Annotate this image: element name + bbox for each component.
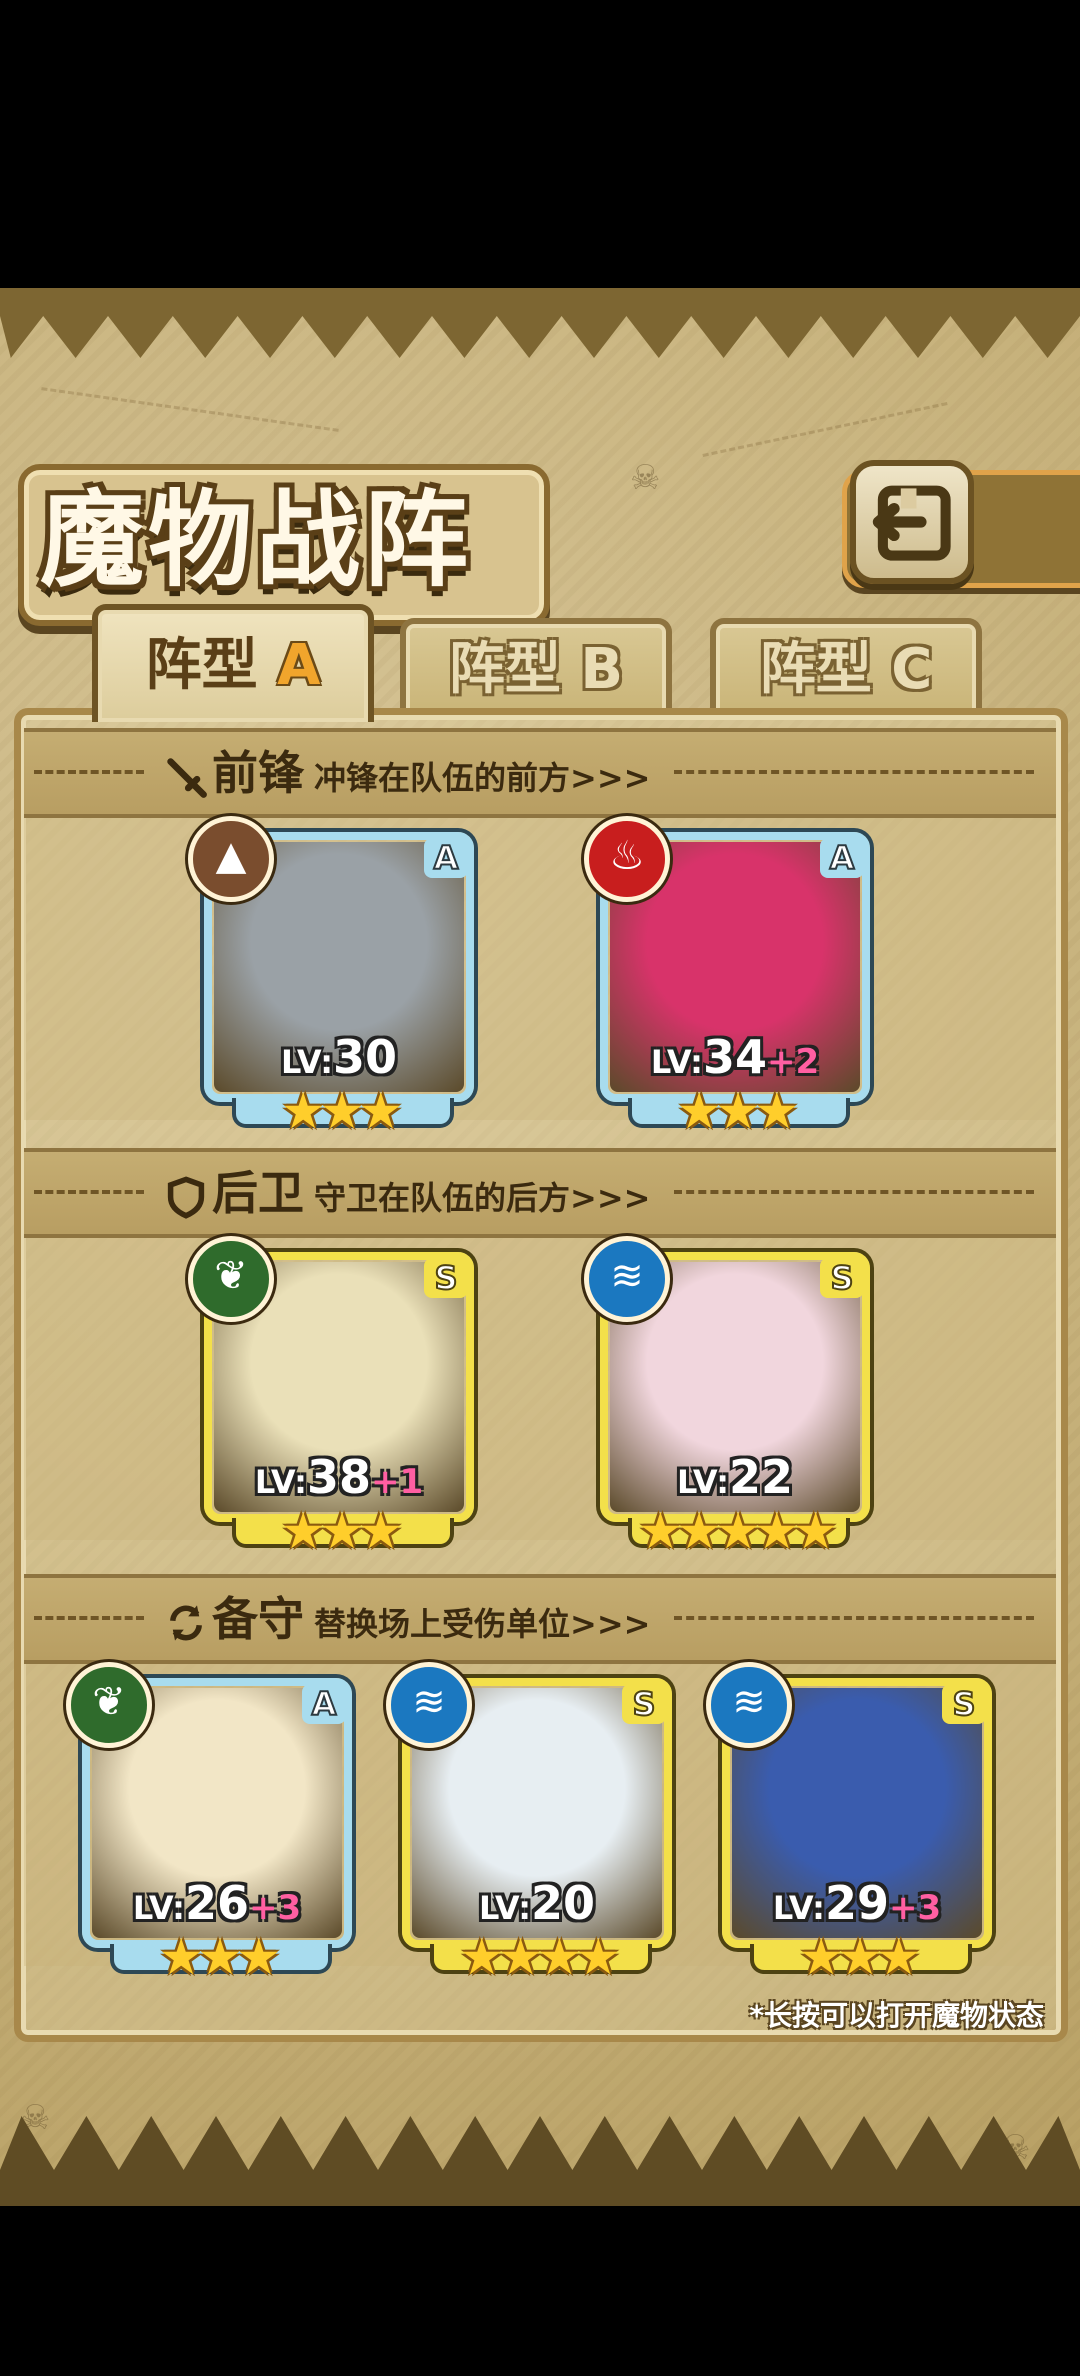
map-decoration <box>41 387 339 432</box>
back-arrow-icon <box>872 485 951 561</box>
level-value: 38 <box>306 1450 371 1504</box>
section-header-front: 前锋 冲锋在队伍的前方>>> <box>24 728 1056 818</box>
plant-element-icon: ❦ <box>188 1236 274 1322</box>
monster-card-reserve-1[interactable]: A ❦ LV:26+3 ★★★ <box>66 1662 352 1986</box>
tab-letter: C <box>891 637 933 702</box>
tab-formation-a[interactable]: 阵型 A <box>92 604 374 722</box>
tab-label: 阵型 <box>759 637 872 702</box>
long-press-hint: *长按可以打开魔物状态 <box>749 1999 1044 2032</box>
monster-card-reserve-3[interactable]: S ≋ LV:29+3 ★★★ <box>706 1662 992 1986</box>
star-rating: ★★★★★ <box>637 1502 838 1560</box>
level-bonus: +1 <box>370 1462 424 1502</box>
plant-element-icon: ❦ <box>66 1662 152 1748</box>
level-value: 22 <box>729 1450 794 1504</box>
back-row <box>24 1238 1056 1540</box>
section-header-reserve: 备守 替换场上受伤单位>>> <box>24 1574 1056 1664</box>
level-prefix: LV: <box>772 1889 825 1927</box>
monster-level: LV:29+3 <box>722 1876 992 1930</box>
tab-label: 阵型 <box>145 633 258 698</box>
water-element-icon: ≋ <box>386 1662 472 1748</box>
water-element-icon: ≋ <box>584 1236 670 1322</box>
monster-card-front-2[interactable]: A ♨ LV:34+2 ★★★ <box>584 816 870 1140</box>
back-button[interactable] <box>850 460 974 584</box>
star-rating: ★★★ <box>158 1928 281 1986</box>
rank-badge: A <box>302 1684 346 1724</box>
rank-badge: A <box>820 838 864 878</box>
level-value: 26 <box>184 1876 249 1930</box>
rank-badge: S <box>622 1684 666 1724</box>
star-rating: ★★★ <box>676 1082 799 1140</box>
level-bonus: +3 <box>888 1888 942 1928</box>
tab-formation-c[interactable]: 阵型 C <box>710 618 982 716</box>
skull-icon: ☠ <box>630 458 661 498</box>
section-subtitle-front: 冲锋在队伍的前方>>> <box>314 759 651 797</box>
level-prefix: LV: <box>676 1463 730 1501</box>
star-rating: ★★★ <box>280 1502 403 1560</box>
swap-icon <box>170 1604 202 1641</box>
tab-formation-b[interactable]: 阵型 B <box>400 618 672 716</box>
monster-level: LV:38+1 <box>204 1450 474 1504</box>
tab-label: 阵型 <box>448 637 561 702</box>
monster-level: LV:26+3 <box>82 1876 352 1930</box>
level-bonus: +2 <box>766 1042 820 1082</box>
level-prefix: LV: <box>280 1043 334 1081</box>
monster-level: LV:34+2 <box>600 1030 870 1084</box>
monster-level: LV:30 <box>204 1030 474 1084</box>
fire-element-icon: ♨ <box>584 816 670 902</box>
star-rating: ★★★★ <box>459 1928 620 1986</box>
rank-badge: A <box>424 838 468 878</box>
level-bonus: +3 <box>248 1888 302 1928</box>
tab-letter: A <box>277 633 321 698</box>
section-subtitle-back: 守卫在队伍的后方>>> <box>314 1179 651 1217</box>
section-header-back: 后卫 守卫在队伍的后方>>> <box>24 1148 1056 1238</box>
front-row <box>24 818 1056 1120</box>
monster-card-back-1[interactable]: S ❦ LV:38+1 ★★★ <box>188 1236 474 1560</box>
star-rating: ★★★ <box>798 1928 921 1986</box>
page-title: 魔物战阵 <box>40 478 473 601</box>
monster-level: LV:20 <box>402 1876 672 1930</box>
level-value: 20 <box>531 1876 596 1930</box>
tab-letter: B <box>580 637 624 702</box>
rank-badge: S <box>820 1258 864 1298</box>
earth-element-icon: ▲ <box>188 816 274 902</box>
monster-card-reserve-2[interactable]: S ≋ LV:20 ★★★★ <box>386 1662 672 1986</box>
level-prefix: LV: <box>132 1889 185 1927</box>
panel-top-edge <box>0 288 1080 358</box>
star-rating: ★★★ <box>280 1082 403 1140</box>
level-prefix: LV: <box>650 1043 703 1081</box>
section-title-reserve: 备守 <box>212 1592 304 1646</box>
shield-icon <box>167 1175 205 1219</box>
section-title-front: 前锋 <box>212 746 304 800</box>
rank-badge: S <box>424 1258 468 1298</box>
level-value: 29 <box>824 1876 889 1930</box>
map-decoration <box>702 402 948 457</box>
level-prefix: LV: <box>254 1463 307 1501</box>
rank-badge: S <box>942 1684 986 1724</box>
water-element-icon: ≋ <box>706 1662 792 1748</box>
level-value: 34 <box>702 1030 767 1084</box>
monster-card-front-1[interactable]: A ▲ LV:30 ★★★ <box>188 816 474 1140</box>
panel-bottom-edge <box>0 2116 1080 2206</box>
monster-level: LV:22 <box>600 1450 870 1504</box>
section-title-back: 后卫 <box>212 1166 304 1220</box>
monster-card-back-2[interactable]: S ≋ LV:22 ★★★★★ <box>584 1236 870 1560</box>
section-subtitle-reserve: 替换场上受伤单位>>> <box>314 1605 651 1643</box>
level-prefix: LV: <box>478 1889 532 1927</box>
level-value: 30 <box>333 1030 398 1084</box>
sword-icon <box>167 757 207 798</box>
formation-panel: ☠ ☠ ☠ 魔物战阵 阵型 A 阵型 B 阵型 C 前锋冲锋在队伍的前方>>> <box>0 288 1080 2206</box>
